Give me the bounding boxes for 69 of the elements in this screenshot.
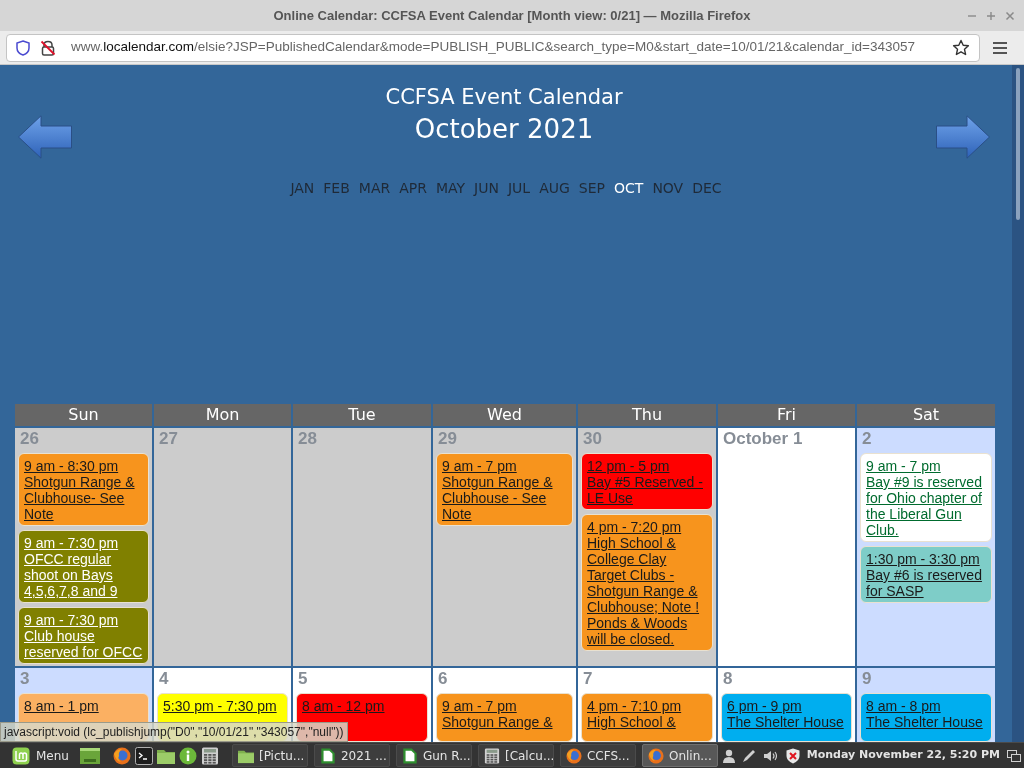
day-number: 5: [297, 668, 308, 690]
window-title: Online Calendar: CCFSA Event Calendar [Month view: 0/21] — Mozilla Firefox: [273, 6, 751, 25]
day-number: 27: [158, 428, 178, 450]
logo-icon: [12, 746, 30, 765]
month-link[interactable]: OCT: [614, 178, 644, 198]
event-link[interactable]: 9 am - 7:30 pm Club house reserved for OFCC: [18, 607, 149, 664]
globe-icon: [647, 747, 664, 764]
event-link[interactable]: 9 am - 8:30 pm Shotgun Range & Clubhouse- See Note: [18, 453, 149, 526]
status-tooltip: javascript:void (lc_publishjump("D0","10/01/21","343057","null")): [0, 722, 348, 742]
day-number: 29: [437, 428, 457, 450]
crossed-lock-icon[interactable]: [40, 39, 56, 56]
event-link[interactable]: 8 am - 8 pm The Shelter House: [860, 693, 992, 742]
month-title: October 2021: [414, 113, 594, 146]
clock-text[interactable]: Monday November 22, 5:20 PM: [806, 747, 1000, 764]
speaker-icon[interactable]: [762, 748, 779, 763]
windows-overlap-icon[interactable]: [1007, 749, 1021, 762]
day-number: 6: [437, 668, 448, 690]
event-link[interactable]: 9 am - 7 pm Shotgun Range &: [436, 693, 573, 742]
pen-icon[interactable]: [741, 748, 756, 763]
taskbar-window-button[interactable]: Onlin...: [641, 744, 718, 767]
weekday-header: Wed: [433, 404, 576, 426]
day-number: 8: [722, 668, 733, 690]
weekday-header: Thu: [578, 404, 716, 426]
star-icon[interactable]: [952, 38, 970, 57]
shield-x-icon[interactable]: [785, 747, 800, 764]
weekday-header: Sun: [15, 404, 152, 426]
event-link[interactable]: 6 pm - 9 pm The Shelter House: [721, 693, 852, 742]
calendar-title: CCFSA Event Calendar: [385, 84, 623, 111]
info-icon[interactable]: [178, 746, 197, 765]
taskbar-window-button[interactable]: 2021 ...: [313, 744, 390, 767]
taskbar-window-button[interactable]: [Pictu...: [231, 744, 308, 767]
event-link[interactable]: 12 pm - 5 pm Bay #5 Reserved - LE Use: [581, 453, 713, 510]
weekday-header: Fri: [718, 404, 855, 426]
day-number: 7: [582, 668, 593, 690]
day-number: 28: [297, 428, 317, 450]
globe-icon: [565, 747, 582, 764]
day-number: October 1: [722, 428, 803, 450]
document-icon: [401, 747, 418, 764]
taskbar-window-button[interactable]: Gun R...: [395, 744, 472, 767]
day-number: 3: [19, 668, 30, 690]
terminal-icon[interactable]: [134, 746, 153, 765]
scrollbar-track[interactable]: [1012, 65, 1024, 742]
calculator-icon[interactable]: [200, 746, 219, 765]
globe-icon[interactable]: [112, 746, 131, 765]
day-number: 26: [19, 428, 39, 450]
document-icon: [319, 747, 336, 764]
event-link[interactable]: 4 pm - 7:20 pm High School & College Clay Target Clubs - Shotgun Range & Clubhouse; Note ! Ponds & Woods will be closed.: [581, 514, 713, 651]
taskbar-window-button[interactable]: [Calcu...: [477, 744, 554, 767]
user-icon[interactable]: [722, 748, 735, 763]
event-link[interactable]: 1:30 pm - 3:30 pm Bay #6 is reserved for SASP: [860, 546, 992, 603]
menu-button[interactable]: Menu: [10, 743, 71, 768]
day-number: 2: [861, 428, 872, 450]
event-link[interactable]: 9 am - 7:30 pm OFCC regular shoot on Bays 4,5,6,7,8 and 9: [18, 530, 149, 603]
weekday-header: Tue: [293, 404, 431, 426]
calculator-icon: [483, 747, 500, 764]
monitor-icon[interactable]: [78, 746, 101, 765]
event-link[interactable]: 9 am - 7 pm Bay #9 is reserved for Ohio chapter of the Liberal Gun Club.: [860, 453, 992, 542]
weekday-header: Mon: [154, 404, 291, 426]
event-link[interactable]: 9 am - 7 pm Shotgun Range & Clubhouse - See Note: [436, 453, 573, 526]
event-link[interactable]: 4 pm - 7:10 pm High School &: [581, 693, 713, 742]
day-number: 30: [582, 428, 602, 450]
shield-icon[interactable]: [16, 39, 30, 56]
address-field[interactable]: www.localendar.com/elsie?JSP=PublishedCalendar&mode=PUBLISH_PUBLIC&search_type=M0&start_date=10/01/21&calendar_id=343057: [6, 33, 980, 62]
taskbar-window-button[interactable]: CCFS...: [559, 744, 636, 767]
menu-icon[interactable]: [993, 41, 1007, 54]
weekday-header: Sat: [857, 404, 995, 426]
scrollbar-thumb[interactable]: [1016, 68, 1020, 220]
day-number: 9: [861, 668, 872, 690]
day-number: 4: [158, 668, 169, 690]
